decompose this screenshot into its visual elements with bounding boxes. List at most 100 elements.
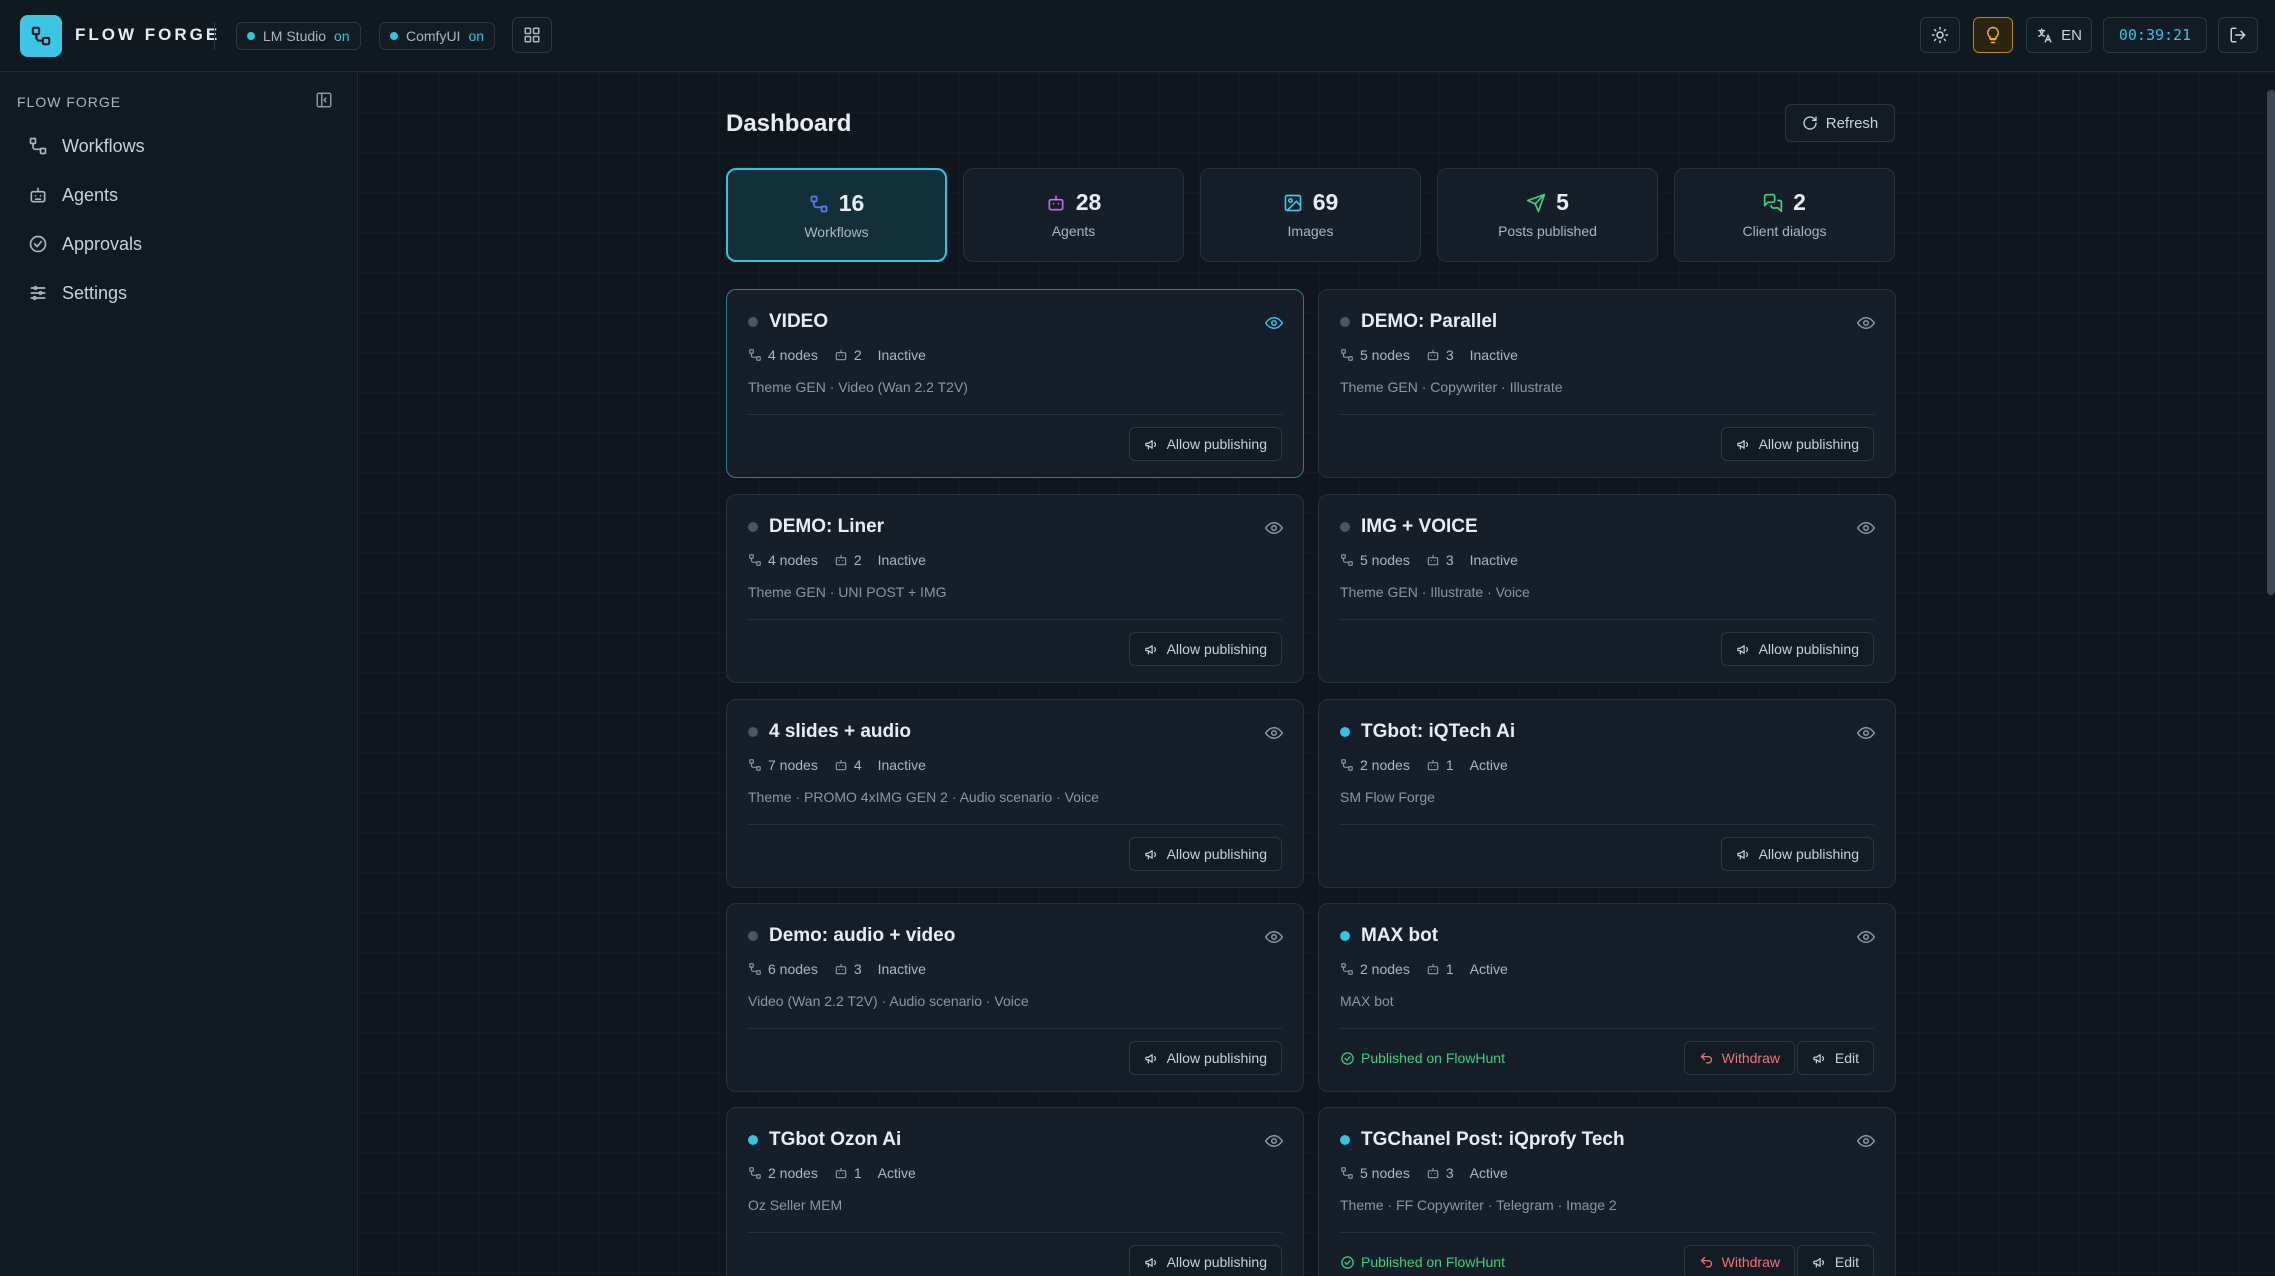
- allow-publishing-label: Allow publishing: [1758, 846, 1859, 862]
- workflow-title[interactable]: TGbot Ozon Ai: [769, 1129, 901, 1151]
- eye-icon[interactable]: [1265, 314, 1283, 332]
- workflow-title[interactable]: DEMO: Parallel: [1361, 311, 1497, 333]
- workflow-title[interactable]: Demo: audio + video: [769, 925, 955, 947]
- sidebar: FLOW FORGE Workflows Agents Approvals Se…: [0, 72, 358, 1276]
- workflow-status: Active: [1469, 961, 1508, 977]
- megaphone-icon: [1144, 644, 1156, 654]
- workflow-title[interactable]: TGbot: iQTech Ai: [1361, 721, 1515, 743]
- workflow-status: Inactive: [1469, 347, 1518, 363]
- eye-icon[interactable]: [1265, 928, 1283, 946]
- eye-icon[interactable]: [1265, 1132, 1283, 1150]
- withdraw-button[interactable]: Withdraw: [1683, 1041, 1795, 1075]
- workflow-card[interactable]: MAX bot 2 nodes 1 Active MAX bot Published on…: [1318, 903, 1896, 1092]
- eye-icon[interactable]: [1857, 314, 1875, 332]
- workflow-title[interactable]: MAX bot: [1361, 925, 1438, 947]
- tips-button[interactable]: [1973, 17, 2013, 53]
- robot-icon: [835, 759, 847, 771]
- divider: [1340, 619, 1874, 620]
- workflow-card[interactable]: VIDEO 4 nodes 2 Inactive Theme GEN · Video (…: [726, 289, 1304, 478]
- agent-count: 2: [853, 347, 862, 363]
- eye-icon[interactable]: [1265, 519, 1283, 537]
- eye-icon[interactable]: [1857, 928, 1875, 946]
- workflow-card[interactable]: Demo: audio + video 6 nodes 3 Inactive Video…: [726, 903, 1304, 1092]
- allow-publishing-button[interactable]: Allow publishing: [1720, 632, 1874, 666]
- workflow-title[interactable]: VIDEO: [769, 311, 828, 333]
- divider: [748, 824, 1282, 825]
- workflow-title[interactable]: TGChanel Post: iQprofy Tech: [1361, 1129, 1625, 1151]
- agent-count: 3: [1445, 347, 1454, 363]
- workflow-card[interactable]: TGbot Ozon Ai 2 nodes 1 Active Oz Seller MEM…: [726, 1107, 1304, 1276]
- refresh-button[interactable]: Refresh: [1785, 104, 1895, 142]
- robot-icon: [835, 554, 847, 566]
- stat-posts[interactable]: 5 Posts published: [1437, 168, 1658, 262]
- service-status: on: [334, 28, 350, 44]
- status-dot: [748, 317, 758, 327]
- stat-images[interactable]: 69 Images: [1200, 168, 1421, 262]
- theme-toggle-button[interactable]: [1920, 17, 1960, 53]
- withdraw-button[interactable]: Withdraw: [1683, 1245, 1795, 1276]
- edit-button[interactable]: Edit: [1796, 1041, 1874, 1075]
- scrollbar[interactable]: [2267, 90, 2275, 595]
- allow-publishing-button[interactable]: Allow publishing: [1720, 837, 1874, 871]
- workflow-card[interactable]: DEMO: Liner 4 nodes 2 Inactive Theme GEN · U…: [726, 494, 1304, 683]
- sidebar-item-settings[interactable]: Settings: [28, 278, 127, 308]
- stat-agents[interactable]: 28 Agents: [963, 168, 1184, 262]
- allow-publishing-button[interactable]: Allow publishing: [1128, 837, 1282, 871]
- allow-publishing-button[interactable]: Allow publishing: [1128, 427, 1282, 461]
- nodes-icon: [749, 963, 761, 975]
- status-dot: [748, 1135, 758, 1145]
- workflow-card[interactable]: DEMO: Parallel 5 nodes 3 Inactive Theme GEN …: [1318, 289, 1896, 478]
- eye-icon[interactable]: [1857, 519, 1875, 537]
- stat-workflows[interactable]: 16 Workflows: [726, 168, 947, 262]
- allow-publishing-button[interactable]: Allow publishing: [1128, 1245, 1282, 1276]
- comfyui-status[interactable]: ComfyUI on: [379, 22, 496, 50]
- allow-publishing-button[interactable]: Allow publishing: [1128, 632, 1282, 666]
- node-count: 7 nodes: [768, 757, 818, 773]
- eye-icon[interactable]: [1857, 724, 1875, 742]
- workflow-icon: [810, 195, 828, 212]
- stat-dialogs[interactable]: 2 Client dialogs: [1674, 168, 1895, 262]
- logout-button[interactable]: [2218, 17, 2258, 53]
- refresh-label: Refresh: [1825, 114, 1879, 132]
- workflow-title[interactable]: DEMO: Liner: [769, 516, 884, 538]
- sidebar-item-label: Agents: [62, 184, 119, 205]
- image-icon: [1284, 194, 1302, 211]
- divider: [214, 22, 215, 50]
- workflow-card[interactable]: 4 slides + audio 7 nodes 4 Inactive Theme · …: [726, 699, 1304, 888]
- published-status: Published on FlowHunt: [1340, 1254, 1505, 1270]
- logout-icon: [2230, 27, 2246, 43]
- sidebar-item-approvals[interactable]: Approvals: [28, 229, 142, 259]
- status-dot: [1340, 727, 1350, 737]
- edit-button[interactable]: Edit: [1796, 1245, 1874, 1276]
- workflow-card[interactable]: TGbot: iQTech Ai 2 nodes 1 Active SM Flow Fo…: [1318, 699, 1896, 888]
- lm-studio-status[interactable]: LM Studio on: [236, 22, 361, 50]
- app-logo[interactable]: [20, 15, 62, 57]
- workflow-card[interactable]: IMG + VOICE 5 nodes 3 Inactive Theme GEN · I…: [1318, 494, 1896, 683]
- allow-publishing-button[interactable]: Allow publishing: [1128, 1041, 1282, 1075]
- workflow-description: Theme GEN · Copywriter · Illustrate: [1340, 379, 1563, 395]
- eye-icon[interactable]: [1857, 1132, 1875, 1150]
- workflow-title[interactable]: IMG + VOICE: [1361, 516, 1478, 538]
- workflow-title[interactable]: 4 slides + audio: [769, 721, 911, 743]
- stat-value: 5: [1556, 189, 1569, 215]
- divider: [748, 1232, 1282, 1233]
- eye-icon[interactable]: [1265, 724, 1283, 742]
- allow-publishing-button[interactable]: Allow publishing: [1720, 427, 1874, 461]
- clock-text: 00:39:21: [2118, 26, 2192, 44]
- robot-icon: [1427, 349, 1439, 361]
- workflow-status: Active: [877, 1165, 916, 1181]
- language-button[interactable]: EN: [2026, 17, 2092, 53]
- workflow-card[interactable]: TGChanel Post: iQprofy Tech 5 nodes 3 Activ…: [1318, 1107, 1896, 1276]
- check-circle-icon: [1341, 1255, 1354, 1269]
- divider: [748, 1028, 1282, 1029]
- divider: [1340, 824, 1874, 825]
- robot-icon: [1427, 963, 1439, 975]
- collapse-sidebar-icon[interactable]: [315, 91, 333, 109]
- apps-grid-button[interactable]: [512, 17, 552, 53]
- stat-value: 69: [1312, 189, 1339, 215]
- nodes-icon: [1341, 759, 1353, 771]
- workflow-meta: 5 nodes 3 Inactive: [1340, 552, 1518, 568]
- session-clock: 00:39:21: [2103, 17, 2207, 53]
- sidebar-item-workflows[interactable]: Workflows: [28, 131, 145, 161]
- sidebar-item-agents[interactable]: Agents: [28, 180, 118, 210]
